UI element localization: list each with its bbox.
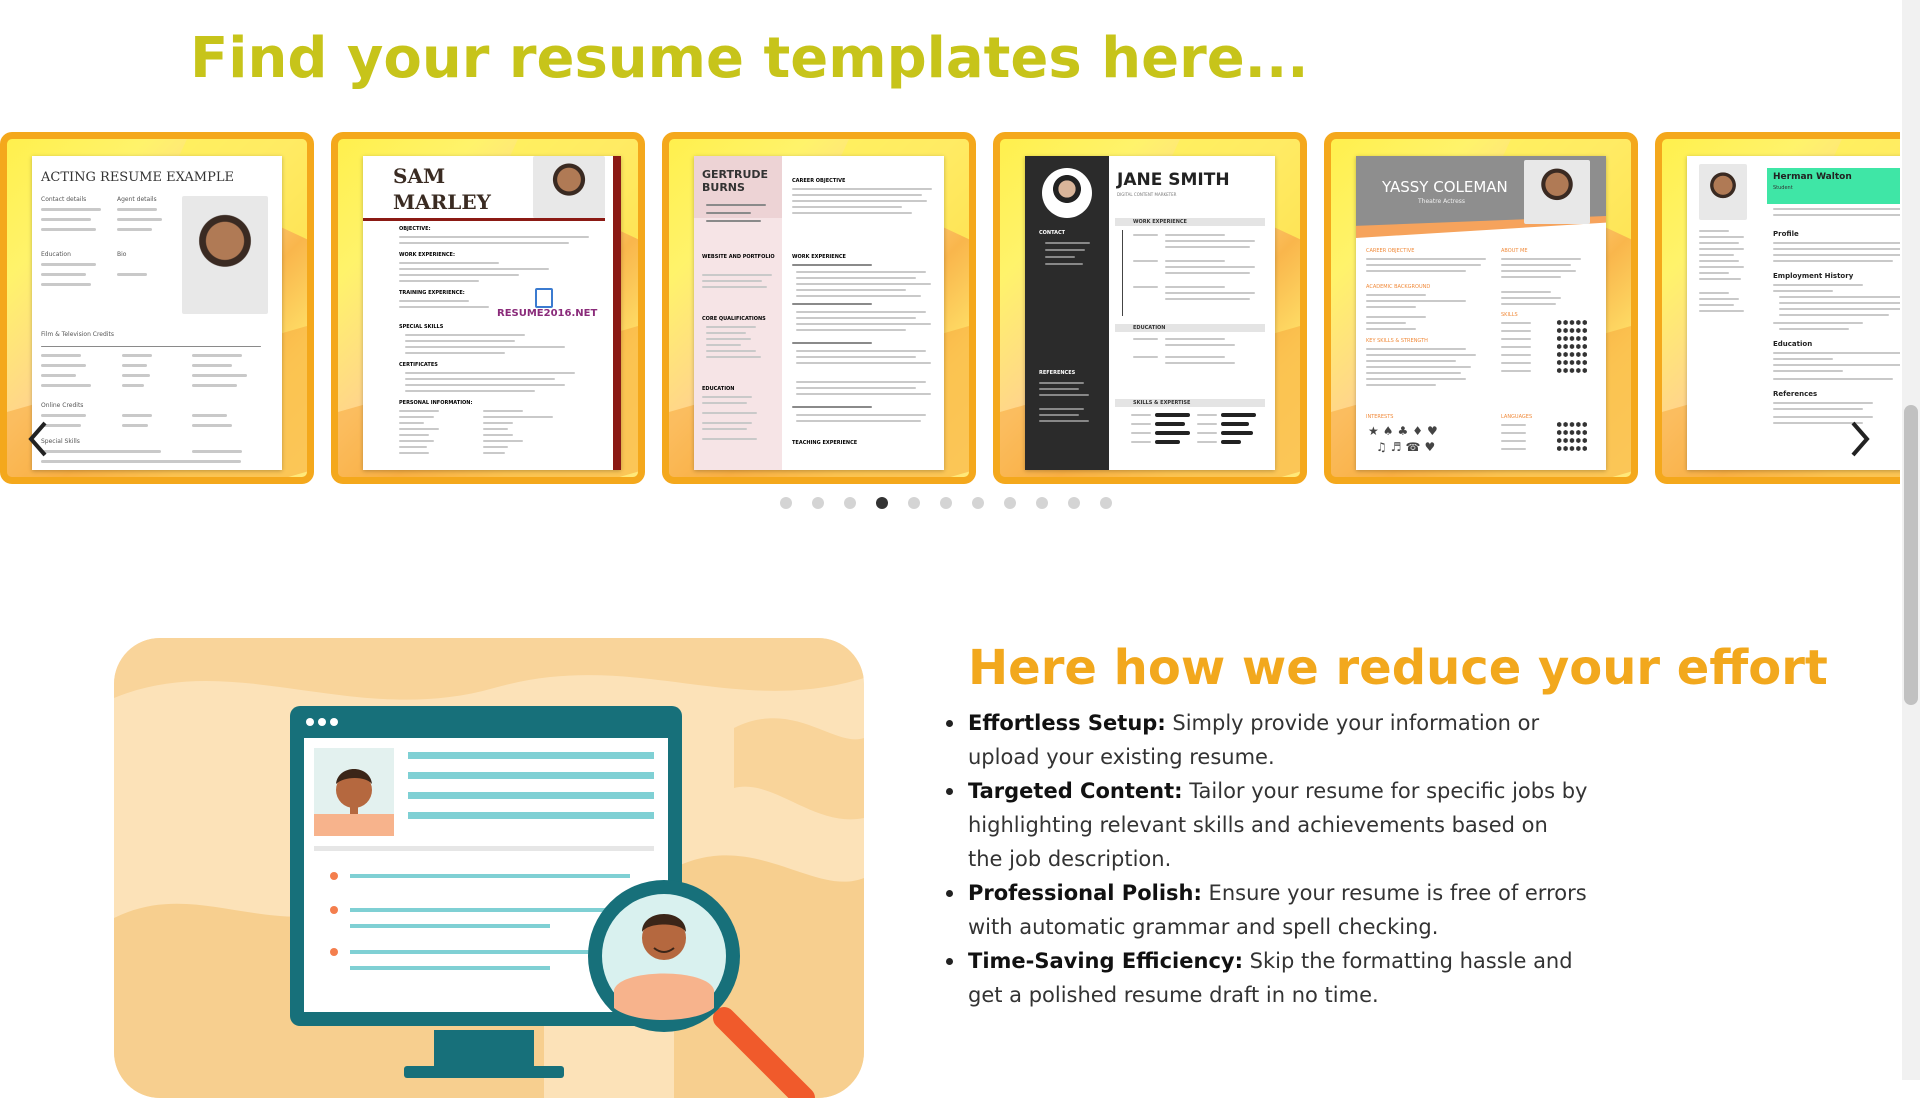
section-label: WEBSITE AND PORTFOLIO [702, 254, 775, 260]
watermark-text: RESUME2016.NET [497, 308, 598, 319]
resume-name: YASSY COLEMAN [1382, 178, 1508, 196]
section-label: CAREER OBJECTIVE [792, 178, 846, 184]
benefit-title: Time-Saving Efficiency: [968, 949, 1243, 973]
resume-name: Herman Walton [1773, 172, 1852, 182]
page-heading: Find your resume templates here... [190, 26, 1309, 91]
template-preview-gertrude-burns: GERTRUDE BURNS CAREER OBJECTIVE WEBSITE … [694, 156, 944, 470]
section-label: REFERENCES [1039, 370, 1076, 376]
illustration-art [114, 638, 864, 1098]
carousel-prev-button[interactable] [18, 414, 58, 464]
section-label: WORK EXPERIENCE [792, 254, 846, 260]
benefit-item-efficiency: Time-Saving Efficiency: Skip the formatt… [946, 944, 1588, 1012]
benefit-item-polish: Professional Polish: Ensure your resume … [946, 876, 1588, 944]
section-label: SKILLS & EXPERTISE [1133, 400, 1191, 406]
carousel-dot-5[interactable] [908, 497, 920, 509]
section-label: KEY SKILLS & STRENGTH [1366, 338, 1428, 344]
resume-subtitle: Student [1773, 185, 1793, 191]
section-label: CORE QUALIFICATIONS [702, 316, 766, 322]
actor-photo [182, 196, 268, 314]
label-text: Contact details [41, 196, 87, 203]
section-label: EDUCATION [1133, 325, 1166, 331]
carousel-pagination [780, 497, 1112, 509]
resume-name: JANE SMITH [1117, 170, 1230, 190]
page-scrollbar[interactable] [1902, 0, 1920, 1080]
template-card-jane-smith[interactable]: JANE SMITH DIGITAL CONTENT MARKETER CONT… [993, 132, 1307, 484]
template-preview-jane-smith: JANE SMITH DIGITAL CONTENT MARKETER CONT… [1025, 156, 1275, 470]
resume-builder-illustration [114, 638, 864, 1098]
benefits-heading: Here how we reduce your effort [968, 640, 1828, 696]
resume-name: BURNS [702, 181, 745, 194]
section-label: Employment History [1773, 272, 1854, 280]
template-carousel: ACTING RESUME EXAMPLE Contact details Ag… [0, 132, 1900, 484]
carousel-dot-1[interactable] [780, 497, 792, 509]
section-label: ABOUT ME [1501, 248, 1528, 254]
carousel-dot-6[interactable] [940, 497, 952, 509]
carousel-dot-3[interactable] [844, 497, 856, 509]
resume-photo [1699, 164, 1747, 220]
template-preview-sam-marley: SAM MARLEY OBJECTIVE: WORK EXPERIENCE: T… [363, 156, 621, 470]
carousel-dot-2[interactable] [812, 497, 824, 509]
template-card-sam-marley[interactable]: SAM MARLEY OBJECTIVE: WORK EXPERIENCE: T… [331, 132, 645, 484]
label-text: Education [41, 251, 71, 258]
template-card-yassy-coleman[interactable]: YASSY COLEMAN Theatre Actress CAREER OBJ… [1324, 132, 1638, 484]
carousel-dot-8[interactable] [1004, 497, 1016, 509]
resume-name: SAM [393, 164, 446, 188]
label-text: Agent details [117, 196, 157, 203]
template-preview-yassy-coleman: YASSY COLEMAN Theatre Actress CAREER OBJ… [1356, 156, 1606, 470]
label-text: Film & Television Credits [41, 331, 114, 338]
interest-icons: ♫♬☎♥ [1376, 440, 1440, 454]
template-card-gertrude-burns[interactable]: GERTRUDE BURNS CAREER OBJECTIVE WEBSITE … [662, 132, 976, 484]
section-label: ACADEMIC BACKGROUND [1366, 284, 1431, 290]
section-label: CONTACT [1039, 230, 1066, 236]
template-preview-acting: ACTING RESUME EXAMPLE Contact details Ag… [32, 156, 282, 470]
section-label: SKILLS [1501, 312, 1518, 318]
section-label: LANGUAGES [1501, 414, 1533, 420]
carousel-next-button[interactable] [1840, 414, 1880, 464]
section-label: TRAINING EXPERIENCE: [399, 290, 465, 296]
section-label: OBJECTIVE: [399, 226, 431, 232]
section-label: References [1773, 390, 1818, 398]
chevron-left-icon [28, 421, 47, 457]
benefits-list: Effortless Setup: Simply provide your in… [946, 706, 1588, 1012]
resume-subtitle: Theatre Actress [1418, 198, 1466, 205]
resume-photo [1524, 160, 1590, 224]
chevron-right-icon [1851, 421, 1870, 457]
resume-name: GERTRUDE [702, 168, 769, 181]
label-text: Bio [117, 251, 127, 258]
section-label: PERSONAL INFORMATION: [399, 400, 473, 406]
resume-photo [533, 156, 605, 218]
template-title: ACTING RESUME EXAMPLE [41, 170, 234, 185]
carousel-dot-7[interactable] [972, 497, 984, 509]
section-label: WORK EXPERIENCE: [399, 252, 455, 258]
label-text: Online Credits [41, 402, 84, 409]
section-label: CAREER OBJECTIVE [1366, 248, 1415, 254]
carousel-dot-11[interactable] [1100, 497, 1112, 509]
resume-photo [1042, 168, 1092, 218]
section-label: Profile [1773, 230, 1799, 238]
resume-name: MARLEY [393, 190, 491, 214]
section-label: Education [1773, 340, 1813, 348]
section-label: CERTIFICATES [399, 362, 438, 368]
scrollbar-thumb[interactable] [1904, 405, 1918, 705]
benefit-item-setup: Effortless Setup: Simply provide your in… [946, 706, 1588, 774]
benefit-item-targeted: Targeted Content: Tailor your resume for… [946, 774, 1588, 876]
section-label: EDUCATION [702, 386, 735, 392]
section-label: WORK EXPERIENCE [1133, 219, 1187, 225]
resume-subtitle: DIGITAL CONTENT MARKETER [1117, 192, 1177, 197]
section-label: INTERESTS [1366, 414, 1394, 420]
section-label: SPECIAL SKILLS [399, 324, 444, 330]
benefit-title: Targeted Content: [968, 779, 1183, 803]
benefit-title: Effortless Setup: [968, 711, 1166, 735]
interest-icons: ★♠♣♦♥ [1368, 424, 1442, 438]
carousel-dot-9[interactable] [1036, 497, 1048, 509]
section-label: TEACHING EXPERIENCE [792, 440, 858, 446]
carousel-dot-10[interactable] [1068, 497, 1080, 509]
carousel-dot-4[interactable] [876, 497, 888, 509]
benefit-title: Professional Polish: [968, 881, 1202, 905]
